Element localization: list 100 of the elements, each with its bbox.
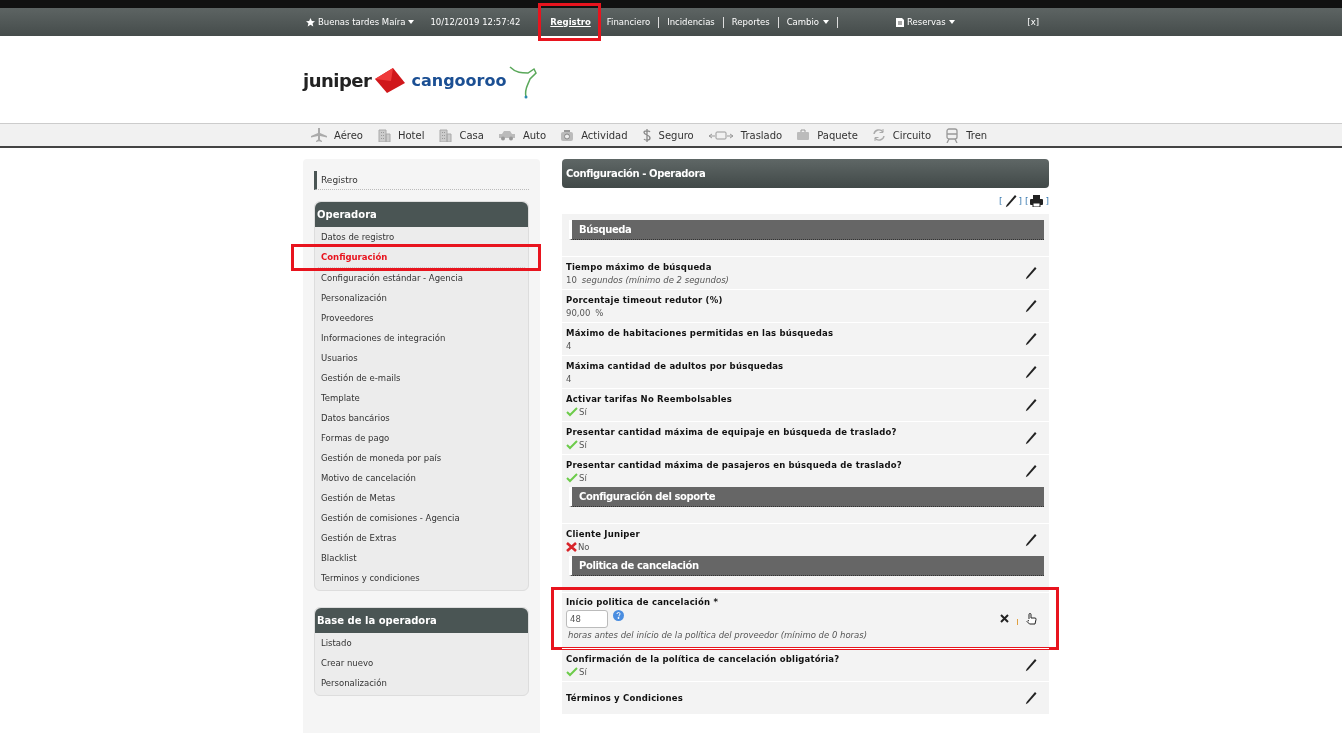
nav-link[interactable]: Reportes xyxy=(723,16,779,28)
transfer-icon xyxy=(707,129,734,141)
menu-item[interactable]: Configuración estándar - Agencia xyxy=(318,268,525,288)
product-tab[interactable]: Seguro xyxy=(641,127,694,143)
pencil-icon[interactable] xyxy=(1025,266,1037,280)
train-icon xyxy=(945,127,960,143)
menu-item[interactable]: Template xyxy=(318,388,525,408)
bracket-text: [ xyxy=(999,196,1003,206)
menu-item[interactable]: Proveedores xyxy=(318,308,525,328)
unit-text: % xyxy=(595,307,604,318)
help-icon[interactable] xyxy=(613,610,624,621)
nav-link[interactable]: Financiero xyxy=(598,16,660,28)
reservations-menu[interactable]: Reservas xyxy=(896,17,955,27)
setting-value: No xyxy=(578,541,590,552)
close-link[interactable]: [x] xyxy=(1027,17,1039,27)
setting-label: Início politica de cancelación * xyxy=(566,597,720,607)
menu-item[interactable]: Crear nuevo xyxy=(318,653,525,673)
plane-icon xyxy=(311,128,327,142)
menu-item[interactable]: Datos de registro xyxy=(318,227,525,247)
setting-value: Sí xyxy=(579,406,587,417)
menu-heading: Base de la operadora xyxy=(315,608,528,633)
pencil-icon[interactable] xyxy=(1025,464,1037,478)
dollar-icon xyxy=(641,127,652,143)
product-tab[interactable]: Actividad xyxy=(560,128,628,142)
pencil-icon[interactable] xyxy=(1025,332,1037,346)
pencil-icon[interactable] xyxy=(1025,658,1037,672)
menu-heading: Operadora xyxy=(315,202,528,227)
product-tab[interactable]: Aéreo xyxy=(311,128,363,142)
menu-item[interactable]: Configuración xyxy=(318,247,525,268)
nav-link[interactable]: Registro xyxy=(542,16,599,28)
menu-item[interactable]: Listado xyxy=(318,633,525,653)
building-icon xyxy=(377,128,391,142)
product-tab[interactable]: Casa xyxy=(438,128,484,142)
product-tab[interactable]: Auto xyxy=(497,129,547,141)
setting-value: Sí xyxy=(579,472,587,483)
pencil-icon[interactable] xyxy=(1025,365,1037,379)
document-icon xyxy=(896,17,905,27)
bracket-text: ] [ xyxy=(1018,196,1029,206)
setting-label: Confirmación de la política de cancelación obligatória? xyxy=(566,653,840,664)
hint-text: horas antes del início de la política del proveedor (mínimo de 0 horas) xyxy=(568,630,868,640)
menu-item[interactable]: Gestión de comisiones - Agencia xyxy=(318,508,525,528)
section-heading: Politica de cancelación xyxy=(569,556,1044,576)
menu-item[interactable]: Motivo de cancelación xyxy=(318,468,525,488)
pencil-icon[interactable] xyxy=(1025,431,1037,445)
hint-text: segundos (mínimo de 2 segundos) xyxy=(581,274,729,285)
section-heading: Búsqueda xyxy=(569,220,1044,240)
car-icon xyxy=(497,129,516,141)
menu-item[interactable]: Personalización xyxy=(318,288,525,308)
nav-link[interactable]: Cambio xyxy=(778,16,839,28)
menu-item[interactable]: Gestión de moneda por país xyxy=(318,448,525,468)
briefcase-icon xyxy=(796,129,811,141)
page-title: Configuración - Operadora xyxy=(562,159,1049,188)
pencil-icon[interactable] xyxy=(1004,194,1017,208)
setting-value: 4 xyxy=(566,373,572,384)
setting-label: Activar tarifas No Reembolsables xyxy=(566,393,733,404)
setting-value: Sí xyxy=(579,666,587,677)
product-tab[interactable]: Hotel xyxy=(377,128,425,142)
kite-logo-icon xyxy=(373,66,408,95)
product-tab[interactable]: Circuito xyxy=(871,128,932,142)
setting-label: Presentar cantidad máxima de equipaje en búsqueda de traslado? xyxy=(566,426,897,437)
setting-value: Sí xyxy=(579,439,587,450)
product-tab[interactable]: Tren xyxy=(945,127,988,143)
setting-label: Cliente Juniper xyxy=(566,528,640,539)
logo-text: juniper xyxy=(303,70,372,91)
print-icon[interactable] xyxy=(1030,195,1044,207)
pencil-icon[interactable] xyxy=(1025,533,1037,547)
product-tab[interactable]: Traslado xyxy=(707,129,783,141)
product-tab[interactable]: Paquete xyxy=(796,129,858,141)
menu-item[interactable]: Gestión de Extras xyxy=(318,528,525,548)
menu-item[interactable]: Personalización xyxy=(318,673,525,693)
setting-label: Presentar cantidad máxima de pasajeros en búsqueda de traslado? xyxy=(566,459,902,470)
circular-arrows-icon xyxy=(871,128,886,142)
hand-pointer-icon[interactable] xyxy=(1026,612,1037,625)
setting-label: Términos y Condiciones xyxy=(566,693,683,703)
menu-item[interactable]: Gestión de e-mails xyxy=(318,368,525,388)
pencil-icon[interactable] xyxy=(1025,691,1037,705)
setting-label: Máxima cantidad de adultos por búsquedas xyxy=(566,360,784,371)
setting-label: Porcentaje timeout redutor (%) xyxy=(566,294,723,305)
logo-text: cangooroo xyxy=(411,71,507,90)
menu-item[interactable]: Informaciones de integración xyxy=(318,328,525,348)
setting-value: 90,00 xyxy=(566,307,591,318)
menu-item[interactable]: Gestión de Metas xyxy=(318,488,525,508)
pencil-icon[interactable] xyxy=(1025,398,1037,412)
menu-item[interactable]: Terminos y condiciones xyxy=(318,568,525,588)
caret-icon xyxy=(408,20,415,24)
nav-link[interactable]: Incidencias xyxy=(659,16,724,28)
menu-item[interactable]: Blacklist xyxy=(318,548,525,568)
menu-item[interactable]: Usuarios xyxy=(318,348,525,368)
menu-item[interactable]: Datos bancários xyxy=(318,408,525,428)
pencil-icon[interactable] xyxy=(1025,299,1037,313)
user-menu[interactable]: Buenas tardes Maíra xyxy=(306,17,415,27)
setting-label: Máximo de habitaciones permitidas en las búsquedas xyxy=(566,327,834,338)
input-field[interactable]: 48 xyxy=(566,610,608,628)
menu-item[interactable]: Formas de pago xyxy=(318,428,525,448)
bracket-text: ] xyxy=(1045,196,1049,206)
camera-icon xyxy=(560,128,575,142)
setting-label: Tiempo máximo de búsqueda xyxy=(566,261,713,272)
setting-value: 4 xyxy=(566,340,572,351)
close-icon[interactable] xyxy=(1000,614,1009,623)
setting-value: 10 xyxy=(566,274,577,285)
